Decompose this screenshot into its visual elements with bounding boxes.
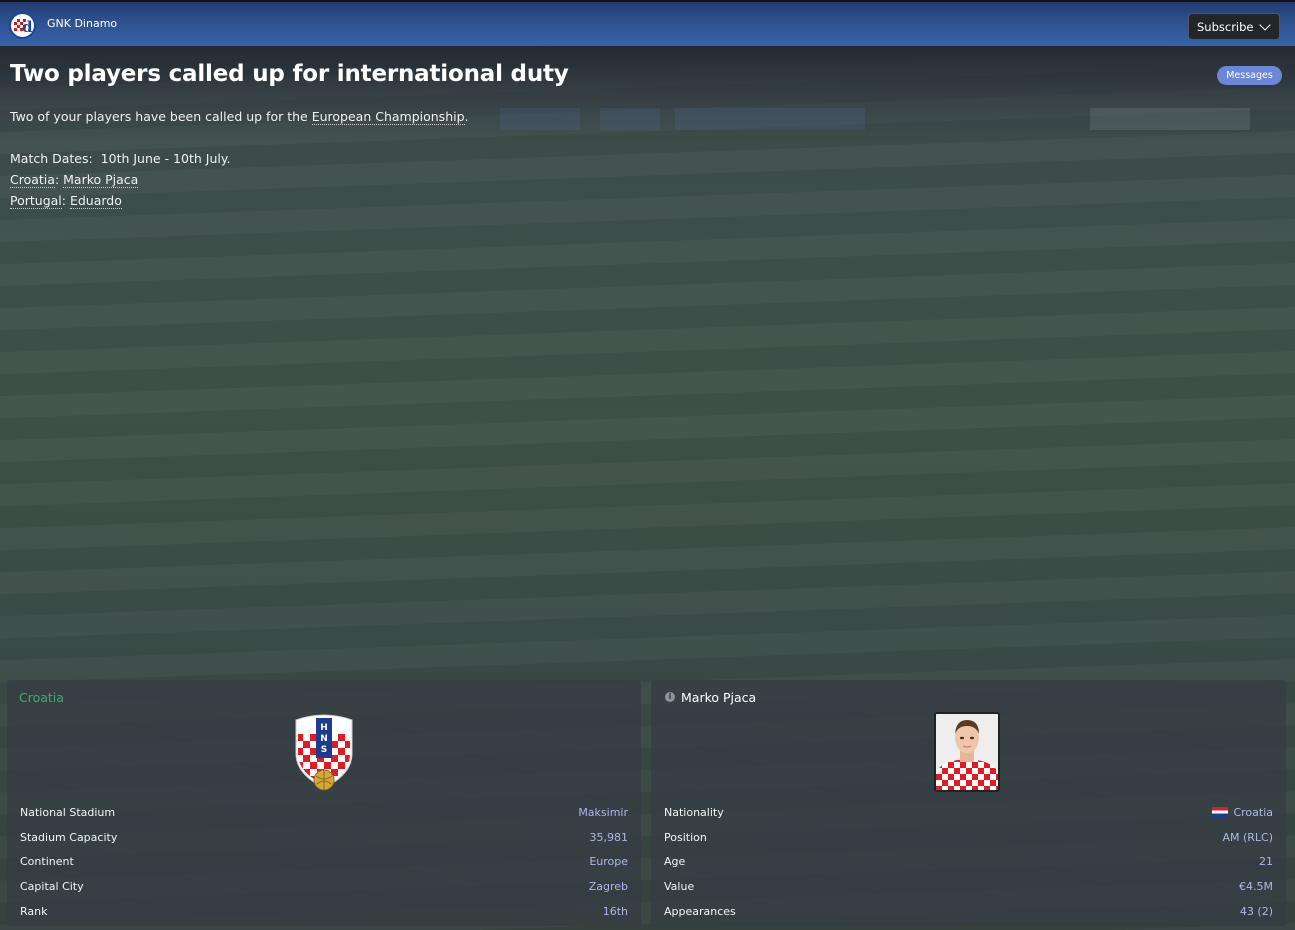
info-row: Stadium Capacity 35,981 <box>20 825 628 850</box>
info-value: 21 <box>1259 855 1273 869</box>
info-value[interactable]: Maksimir <box>578 806 628 819</box>
info-label: Age <box>664 855 686 869</box>
info-row: Appearances 43 (2) <box>664 899 1273 924</box>
country-link[interactable]: Croatia <box>10 172 55 188</box>
info-label: Rank <box>20 905 48 919</box>
info-row: Value €4.5M <box>664 874 1273 899</box>
player-info-list: Nationality Croatia Position AM (RLC) Ag… <box>664 800 1273 924</box>
info-row: Continent Europe <box>20 850 628 875</box>
info-value: Croatia <box>1233 805 1273 819</box>
info-row: Age 21 <box>664 850 1273 875</box>
match-dates-suffix: . <box>226 151 231 166</box>
match-dates-line: Match Dates: 10th June - 10th July. <box>10 148 469 169</box>
info-value: AM (RLC) <box>1222 830 1273 844</box>
info-value: 16th <box>602 905 628 919</box>
croatia-federation-crest-icon: H N S <box>295 714 353 791</box>
info-label: Nationality <box>664 805 724 819</box>
info-row: Position AM (RLC) <box>664 825 1273 850</box>
ad-board <box>675 108 865 130</box>
svg-text:S: S <box>321 745 327 755</box>
player-link[interactable]: Marko Pjaca <box>63 172 139 188</box>
top-bar: d GNK Dinamo Subscribe <box>0 0 1295 46</box>
player-photo <box>934 712 1000 792</box>
intro-suffix: . <box>464 109 469 124</box>
callup-line: Croatia: Marko Pjaca <box>10 172 139 188</box>
croatia-flag-icon <box>1212 806 1229 817</box>
match-dates-label: Match Dates: <box>10 151 93 166</box>
info-value[interactable]: Zagreb <box>589 880 628 893</box>
info-row: Rank 16th <box>20 899 628 924</box>
nation-info-list: National Stadium Maksimir Stadium Capaci… <box>20 800 628 924</box>
info-label: Continent <box>20 855 74 869</box>
chevron-down-icon <box>1259 19 1271 31</box>
info-value: 43 (2) <box>1239 905 1273 919</box>
nationality-value[interactable]: Croatia <box>1212 806 1273 819</box>
country-link[interactable]: Portugal <box>10 193 62 209</box>
info-value[interactable]: Europe <box>589 855 628 868</box>
intro-text: Two of your players have been called up … <box>10 109 312 124</box>
subscribe-button[interactable]: Subscribe <box>1188 13 1280 40</box>
ad-board <box>1090 108 1250 130</box>
info-label: Appearances <box>664 905 736 919</box>
intro-line: Two of your players have been called up … <box>10 106 469 127</box>
info-label: Position <box>664 830 707 844</box>
player-link[interactable]: Eduardo <box>69 193 122 209</box>
message-body: Two of your players have been called up … <box>10 106 469 211</box>
messages-badge[interactable]: Messages <box>1217 66 1282 85</box>
competition-link[interactable]: European Championship <box>311 109 465 125</box>
info-label: Stadium Capacity <box>20 830 118 844</box>
player-panel: i Marko Pjaca Nationality Croatia Positi… <box>651 680 1286 926</box>
info-label: Capital City <box>20 880 84 894</box>
info-value: €4.5M <box>1239 880 1273 894</box>
nation-panel: Croatia H N S National Stadium Maksimir … <box>7 680 641 926</box>
player-panel-title[interactable]: Marko Pjaca <box>681 690 756 705</box>
subscribe-label: Subscribe <box>1197 20 1254 34</box>
club-logo-icon[interactable]: d <box>9 12 36 39</box>
info-row: Capital City Zagreb <box>20 874 628 899</box>
info-label: Value <box>664 880 695 894</box>
nation-panel-title[interactable]: Croatia <box>19 690 64 705</box>
svg-text:N: N <box>320 734 328 744</box>
info-row: Nationality Croatia <box>664 800 1273 825</box>
svg-text:H: H <box>320 723 328 733</box>
info-label: National Stadium <box>20 805 116 819</box>
info-icon[interactable]: i <box>665 692 675 702</box>
info-value: 35,981 <box>589 830 629 844</box>
ad-board <box>500 108 580 130</box>
match-dates-value: 10th June - 10th July <box>100 151 227 166</box>
ad-board <box>600 108 660 130</box>
message-title: Two players called up for international … <box>10 61 569 87</box>
info-row: National Stadium Maksimir <box>20 800 628 825</box>
club-name[interactable]: GNK Dinamo <box>47 17 117 30</box>
callup-line: Portugal: Eduardo <box>10 193 122 209</box>
